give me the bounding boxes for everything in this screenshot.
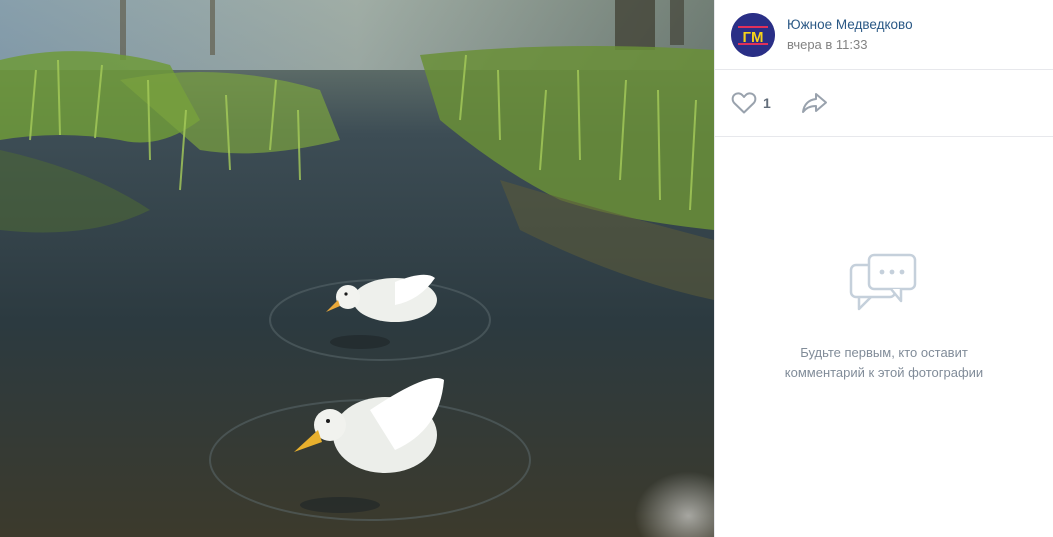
actions-bar: 1	[715, 70, 1053, 137]
avatar[interactable]: ГМ	[731, 12, 775, 57]
empty-comments-text: Будьте первым, кто оставит комментарий к…	[784, 345, 984, 380]
share-icon	[801, 93, 827, 113]
share-button[interactable]	[801, 92, 829, 114]
heart-icon	[731, 92, 757, 114]
like-button[interactable]: 1	[731, 92, 771, 114]
post-time[interactable]: вчера в 11:33	[787, 36, 913, 54]
avatar-text: ГМ	[743, 29, 764, 46]
author-name[interactable]: Южное Медведково	[787, 16, 913, 34]
photo-viewer: ГМ Южное Медведково вчера в 11:33 1 Будь…	[0, 0, 1053, 537]
avatar-logo: ГМ	[731, 12, 775, 57]
author-block: ГМ Южное Медведково вчера в 11:33	[715, 0, 1053, 70]
photo[interactable]	[0, 0, 714, 537]
comments-area: Будьте первым, кто оставит комментарий к…	[715, 137, 1053, 537]
duck-pond-photo	[0, 0, 714, 537]
like-count: 1	[763, 95, 771, 111]
comments-icon	[849, 253, 917, 311]
author-meta: Южное Медведково вчера в 11:33	[787, 16, 913, 54]
side-panel: ГМ Южное Медведково вчера в 11:33 1 Будь…	[714, 0, 1053, 537]
